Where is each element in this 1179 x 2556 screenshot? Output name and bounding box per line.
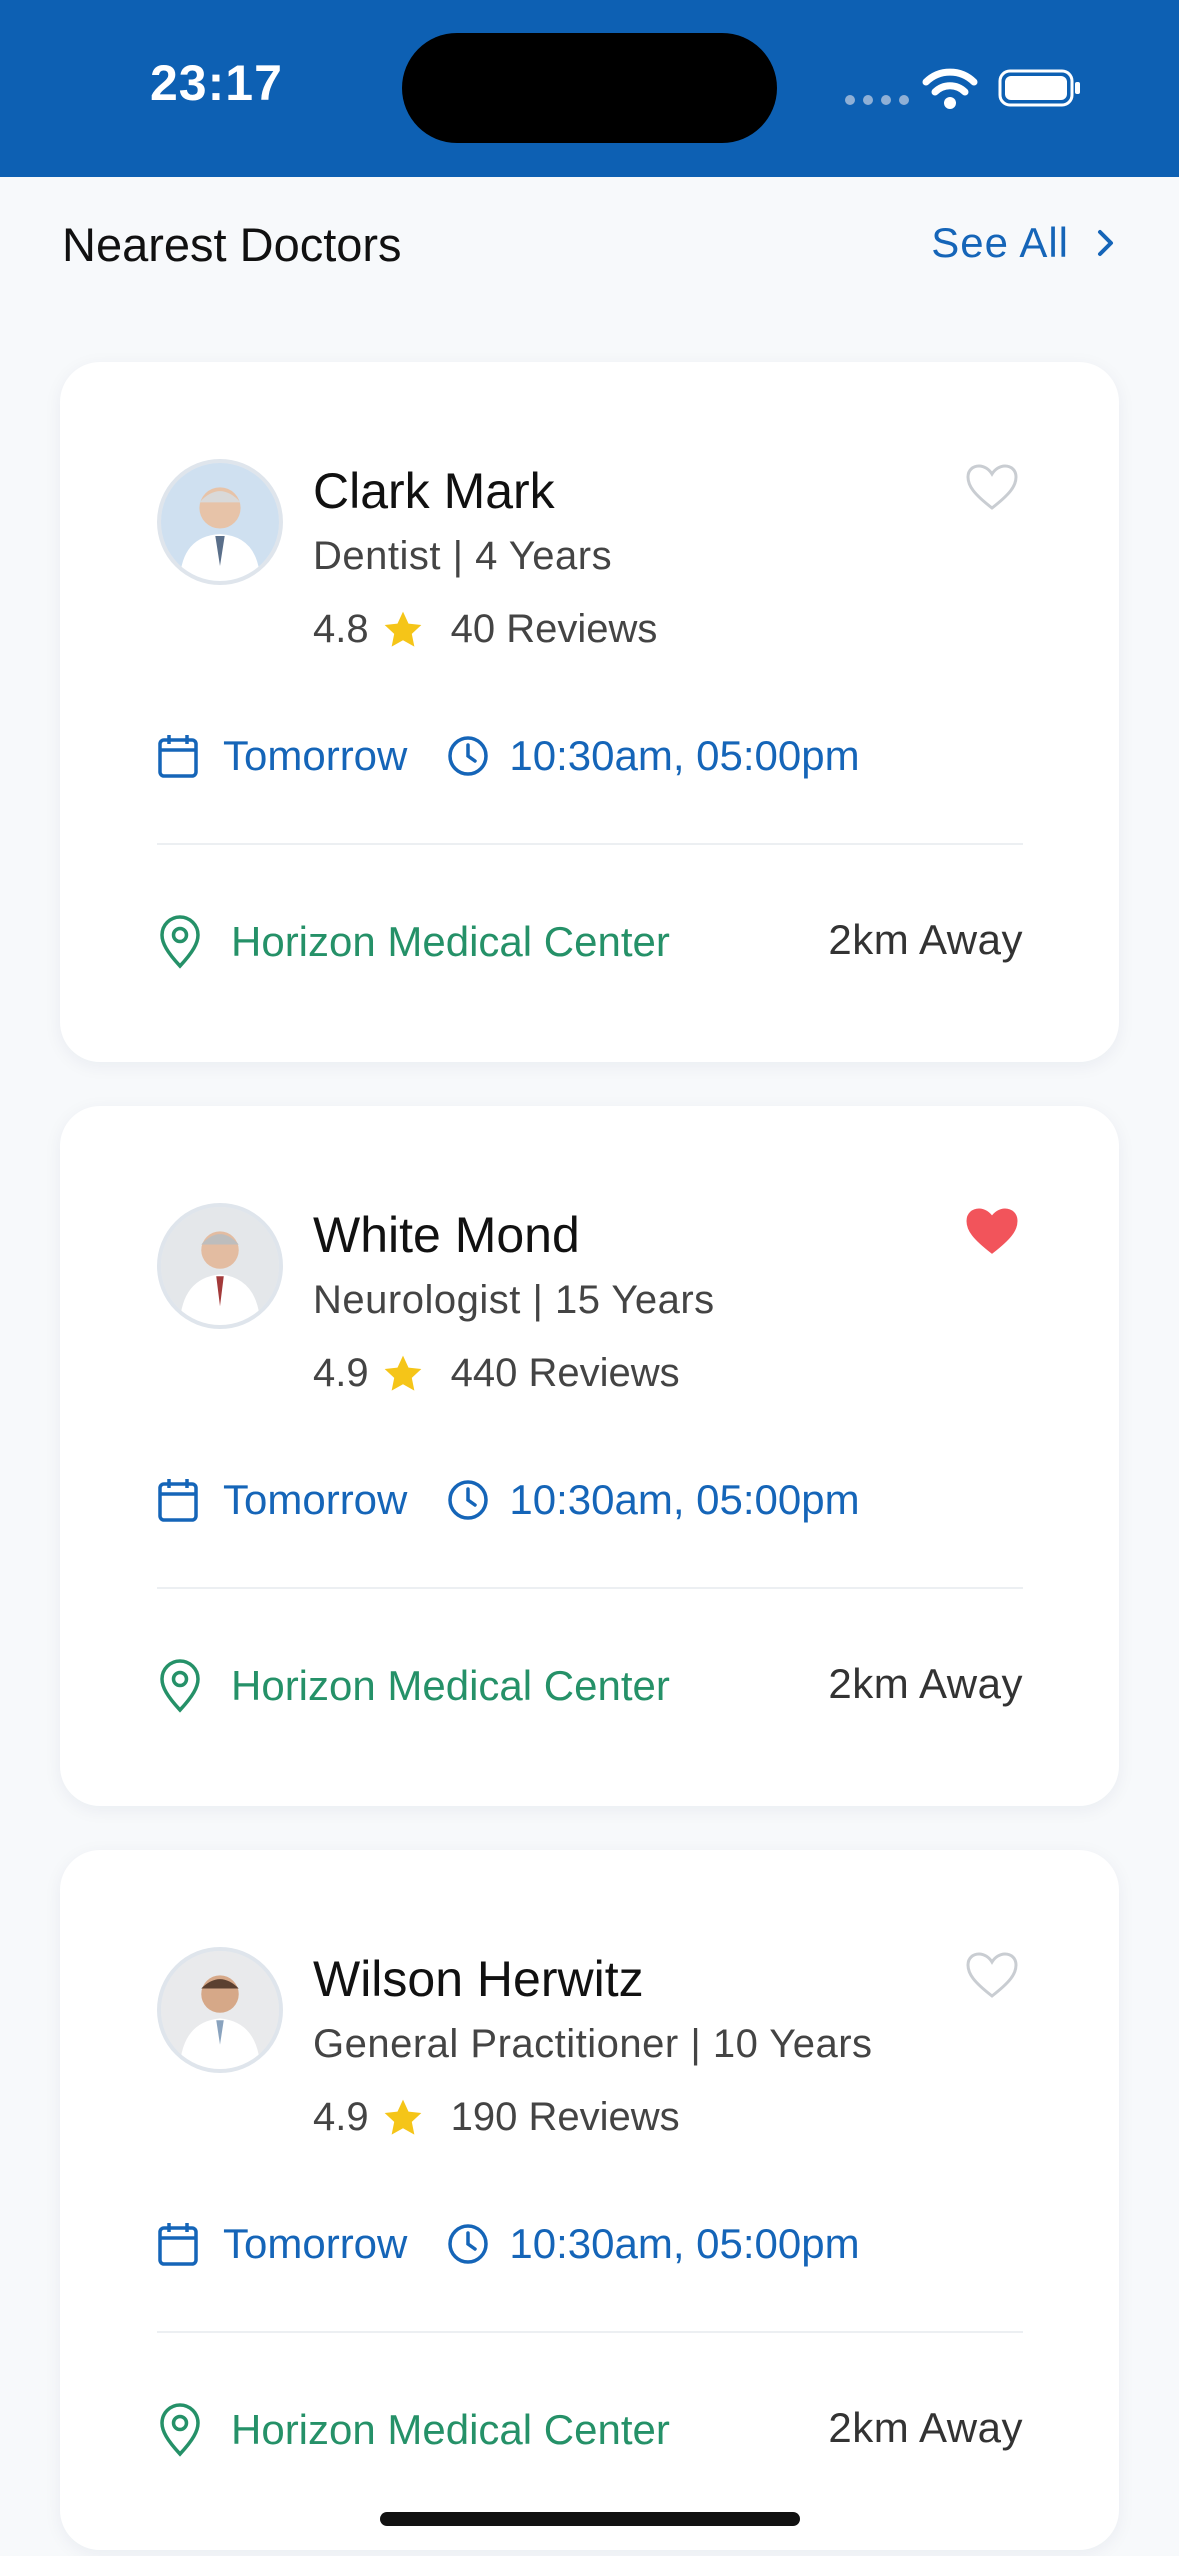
rating-value: 4.9 [313, 1351, 369, 1395]
star-icon [384, 611, 421, 647]
calendar-icon [158, 735, 198, 778]
schedule-row: Tomorrow 10:30am, 05:00pm [157, 1476, 860, 1524]
appointment-times: 10:30am, 05:00pm [509, 732, 860, 779]
section-title: Nearest Doctors [62, 218, 402, 271]
wifi-icon [922, 68, 978, 109]
chevron-right-icon [1098, 230, 1113, 256]
schedule-row: Tomorrow 10:30am, 05:00pm [157, 732, 860, 780]
distance-label: 2km Away [828, 916, 1023, 963]
location-pin-icon [160, 2403, 200, 2457]
clinic-name: Horizon Medical Center [231, 918, 670, 965]
doctor-list-screen: Nearest Doctors See All Clark Mark Denti… [0, 177, 1179, 2556]
rating-row: 4.9 440 Reviews [313, 1351, 680, 1396]
reviews-count: 190 Reviews [450, 2095, 680, 2139]
status-time: 23:17 [150, 55, 283, 111]
appointment-times: 10:30am, 05:00pm [509, 1476, 860, 1523]
doctor-avatar [157, 1947, 283, 2073]
location-pin-icon [160, 915, 200, 969]
favorite-heart-filled-icon[interactable] [964, 1206, 1020, 1256]
location-row: Horizon Medical Center [157, 1658, 670, 1714]
home-indicator[interactable] [380, 2512, 800, 2526]
clock-icon [448, 1480, 489, 1520]
favorite-heart-outline-icon[interactable] [964, 462, 1020, 512]
divider [157, 843, 1023, 845]
distance-label: 2km Away [828, 2404, 1023, 2451]
rating-value: 4.9 [313, 2095, 369, 2139]
divider [157, 2331, 1023, 2333]
appointment-day: Tomorrow [223, 1476, 408, 1523]
calendar-icon [158, 1479, 198, 1522]
clock-icon [448, 2224, 489, 2264]
see-all-link[interactable]: See All [931, 219, 1117, 267]
appointment-times: 10:30am, 05:00pm [509, 2220, 860, 2267]
rating-value: 4.8 [313, 607, 369, 651]
doctor-name: Wilson Herwitz [313, 1951, 644, 2007]
rating-row: 4.8 40 Reviews [313, 607, 657, 652]
distance-label: 2km Away [828, 1660, 1023, 1707]
appointment-day: Tomorrow [223, 732, 408, 779]
doctor-specialty: General Practitioner | 10 Years [313, 2022, 873, 2066]
doctor-card[interactable]: Clark Mark Dentist | 4 Years 4.8 40 Revi… [60, 362, 1119, 1062]
battery-icon [998, 69, 1080, 107]
section-header: Nearest Doctors See All [62, 217, 1117, 287]
doctor-card[interactable]: Wilson Herwitz General Practitioner | 10… [60, 1850, 1119, 2550]
schedule-row: Tomorrow 10:30am, 05:00pm [157, 2220, 860, 2268]
star-icon [384, 2099, 421, 2135]
location-row: Horizon Medical Center [157, 914, 670, 970]
see-all-label: See All [931, 219, 1069, 266]
doctor-specialty: Neurologist | 15 Years [313, 1278, 715, 1322]
status-bar: 23:17 [0, 0, 1179, 177]
clock-icon [448, 736, 489, 776]
divider [157, 1587, 1023, 1589]
location-row: Horizon Medical Center [157, 2402, 670, 2458]
doctor-avatar [157, 459, 283, 585]
rating-row: 4.9 190 Reviews [313, 2095, 680, 2140]
doctor-name: White Mond [313, 1207, 580, 1263]
doctor-name: Clark Mark [313, 463, 555, 519]
doctor-card[interactable]: White Mond Neurologist | 15 Years 4.9 44… [60, 1106, 1119, 1806]
location-pin-icon [160, 1659, 200, 1713]
appointment-day: Tomorrow [223, 2220, 408, 2267]
doctor-specialty: Dentist | 4 Years [313, 534, 613, 578]
doctor-avatar [157, 1203, 283, 1329]
favorite-heart-outline-icon[interactable] [964, 1950, 1020, 2000]
clinic-name: Horizon Medical Center [231, 1662, 670, 1709]
reviews-count: 440 Reviews [450, 1351, 680, 1395]
clinic-name: Horizon Medical Center [231, 2406, 670, 2453]
star-icon [384, 1355, 421, 1391]
cellular-signal-icon [845, 95, 909, 105]
dynamic-island [402, 33, 777, 143]
reviews-count: 40 Reviews [450, 607, 658, 651]
calendar-icon [158, 2223, 198, 2266]
